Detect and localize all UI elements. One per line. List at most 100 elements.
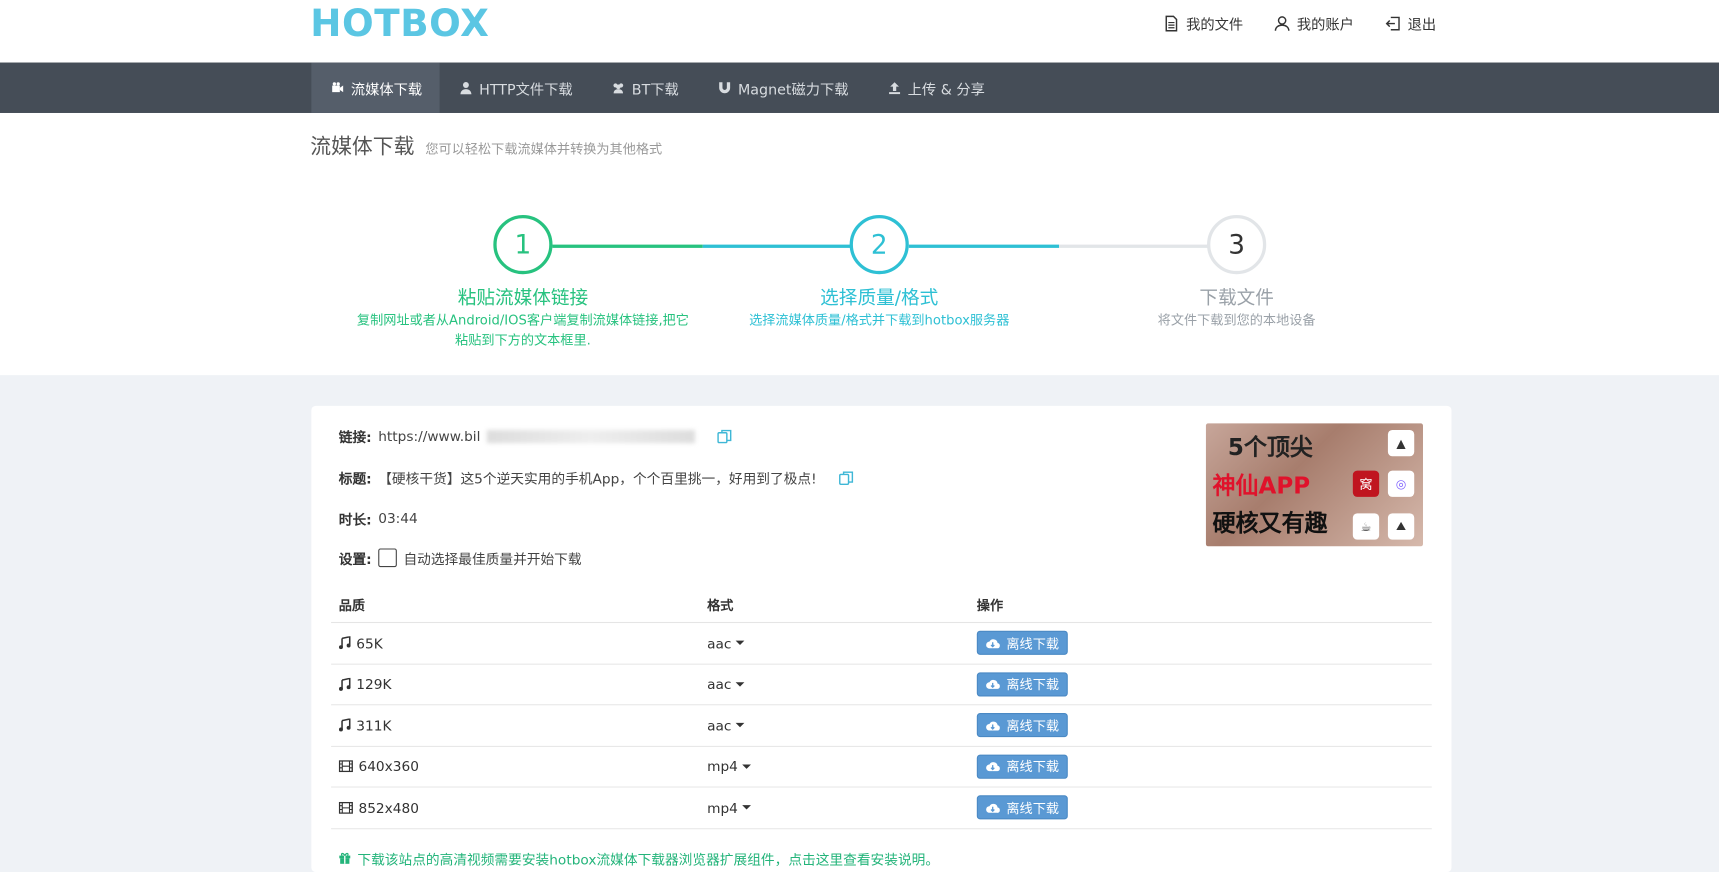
format-dropdown[interactable]: mp4: [707, 799, 977, 816]
quality-value: 852x480: [358, 799, 419, 816]
thumbnail-line1: 5个顶尖: [1227, 434, 1313, 461]
offline-download-label: 离线下载: [1006, 635, 1060, 652]
nav-http-download[interactable]: HTTP文件下载: [440, 63, 593, 113]
copy-title-icon[interactable]: [838, 470, 854, 485]
format-dropdown[interactable]: aac: [707, 717, 977, 734]
nav-upload-share[interactable]: 上传 & 分享: [868, 63, 1004, 113]
logout-label: 退出: [1407, 17, 1437, 35]
step-2-title: 选择质量/格式: [820, 287, 939, 310]
step-line-1b: [702, 244, 852, 248]
step-line-1a: [552, 244, 703, 248]
page-title: 流媒体下载: [310, 134, 415, 160]
header-action: 操作: [976, 597, 1004, 614]
blurred-link: [486, 429, 696, 443]
my-files-label: 我的文件: [1186, 17, 1244, 35]
main-nav: 流媒体下载 HTTP文件下载 BT下载 Magnet磁力下载 上传 & 分享: [0, 62, 1719, 113]
app-icon-4: ⛰: [1387, 513, 1415, 540]
title-row: 标题: 【硬核干货】这5个逆天实用的手机App，个个百里挑一，好用到了极点!: [339, 467, 854, 488]
nav-bt-download[interactable]: BT下载: [592, 63, 698, 113]
offline-download-button[interactable]: 离线下载: [976, 672, 1068, 697]
quality-value: 65K: [356, 634, 383, 652]
format-dropdown[interactable]: aac: [707, 635, 977, 651]
nav-magnet-label: Magnet磁力下载: [737, 81, 849, 99]
format-dropdown[interactable]: aac: [707, 676, 977, 692]
cloud-download-icon: [986, 680, 1000, 690]
nav-upload-label: 上传 & 分享: [907, 81, 985, 99]
extension-install-note[interactable]: 下载该站点的高清视频需要安装hotbox流媒体下载器浏览器扩展组件，点击这里查看…: [339, 848, 939, 869]
table-row: 311K aac 离线下载: [331, 705, 1432, 747]
music-icon: [338, 718, 351, 732]
quality-value: 311K: [356, 717, 392, 734]
offline-download-button[interactable]: 离线下载: [976, 630, 1068, 656]
caret-down-icon: [742, 805, 752, 810]
nav-streaming-download[interactable]: 流媒体下载: [311, 62, 440, 113]
my-account-link[interactable]: 我的账户: [1274, 13, 1354, 34]
step-3-title: 下载文件: [1199, 287, 1274, 310]
offline-download-button[interactable]: 离线下载: [976, 795, 1068, 820]
step-3-circle: 3: [1207, 214, 1267, 275]
format-dropdown[interactable]: mp4: [707, 758, 977, 775]
users-icon: [613, 83, 624, 94]
film-icon: [338, 760, 353, 773]
format-value: mp4: [707, 799, 738, 816]
user-icon: [460, 82, 472, 95]
link-value[interactable]: https://www.bil: [378, 428, 480, 444]
duration-row: 时长: 03:44: [339, 508, 418, 529]
auto-best-quality-checkbox[interactable]: [378, 548, 397, 568]
caret-down-icon: [735, 681, 745, 687]
app-icon-badge: 窝: [1352, 470, 1380, 497]
table-row: 852x480 mp4 离线下载: [331, 788, 1432, 829]
nav-http-label: HTTP文件下载: [479, 81, 573, 99]
step-line-2b: [1059, 244, 1209, 248]
step-1-circle: 1: [493, 214, 553, 275]
cloud-download-icon: [986, 762, 1000, 772]
caret-down-icon: [735, 723, 745, 728]
duration-label: 时长:: [338, 511, 372, 528]
page-subtitle: 您可以轻松下载流媒体并转换为其他格式: [425, 141, 663, 157]
app-icon-2: ◎: [1387, 470, 1415, 497]
offline-download-label: 离线下载: [1006, 718, 1060, 734]
offline-download-button[interactable]: 离线下载: [976, 713, 1068, 738]
step-1-desc-line2: 粘贴到下方的文本框里.: [455, 332, 591, 348]
gift-icon: [339, 852, 351, 864]
file-icon: [1165, 15, 1178, 32]
cloud-download-icon: [986, 639, 1000, 648]
title-value: 【硬核干货】这5个逆天实用的手机App，个个百里挑一，好用到了极点!: [378, 470, 817, 488]
my-files-link[interactable]: 我的文件: [1163, 13, 1243, 34]
thumbnail-line2: 神仙APP: [1212, 472, 1311, 500]
quality-value: 640x360: [358, 758, 419, 775]
page-header: 流媒体下载 您可以轻松下载流媒体并转换为其他格式: [310, 131, 662, 161]
logout-icon: [1385, 16, 1400, 31]
table-row: 640x360 mp4 离线下载: [331, 746, 1432, 788]
quality-value: 129K: [356, 675, 392, 693]
format-value: mp4: [707, 758, 738, 775]
caret-down-icon: [742, 764, 752, 769]
step-3-desc: 将文件下载到您的本地设备: [1157, 312, 1316, 328]
table-row: 129K aac 离线下载: [331, 664, 1432, 706]
hotbox-logo[interactable]: HOTBOX: [310, 2, 489, 46]
table-row: 65K aac 离线下载: [331, 623, 1432, 665]
offline-download-label: 离线下载: [1006, 677, 1060, 693]
offline-download-button[interactable]: 离线下载: [976, 754, 1068, 779]
app-icon-3: ☕: [1352, 513, 1380, 540]
my-account-label: 我的账户: [1296, 17, 1354, 35]
copy-link-icon[interactable]: [717, 428, 732, 443]
nav-magnet-download[interactable]: Magnet磁力下载: [699, 63, 869, 113]
link-row: 链接: https://www.bil: [339, 426, 733, 447]
media-card: 链接: https://www.bil 标题: 【硬核干货】这5个逆天实用的手机…: [311, 405, 1452, 872]
title-label: 标题:: [338, 470, 372, 488]
offline-download-label: 离线下载: [1006, 759, 1060, 775]
format-value: aac: [707, 634, 732, 652]
nav-streaming-label: 流媒体下载: [350, 81, 423, 99]
cloud-download-icon: [986, 721, 1000, 731]
cloud-download-icon: [986, 803, 1000, 813]
account-links: 我的文件 我的账户 退出: [1163, 13, 1436, 34]
magnet-icon: [719, 82, 731, 94]
step-2-circle: 2: [849, 214, 909, 275]
logout-link[interactable]: 退出: [1385, 13, 1437, 35]
settings-row: 设置: 自动选择最佳质量并开始下载: [339, 547, 582, 568]
step-line-2a: [908, 244, 1060, 248]
step-2-desc: 选择流媒体质量/格式并下载到hotbox服务器: [749, 312, 1010, 328]
link-label: 链接:: [338, 428, 372, 446]
auto-best-quality-label[interactable]: 自动选择最佳质量并开始下载: [403, 547, 581, 568]
